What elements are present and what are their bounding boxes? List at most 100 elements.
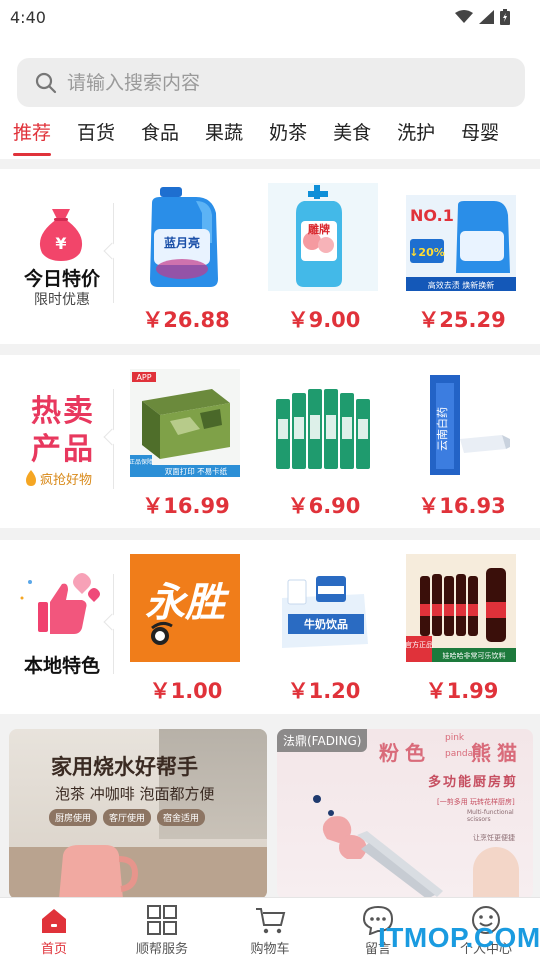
search-bar[interactable] <box>17 58 525 107</box>
signal-icon <box>479 10 494 24</box>
header: 推荐 百货 食品 果蔬 奶茶 美食 洗护 母婴 <box>0 34 540 159</box>
tab-general-goods[interactable]: 百货 <box>77 120 115 156</box>
search-input[interactable] <box>67 71 467 94</box>
status-time: 4:40 <box>10 7 46 27</box>
hot-products-title: 热卖产品 <box>31 394 95 467</box>
section-hot-products: 热卖产品 疯抢好物 APP 正品保障 双面打印 不易卡纸 云南白药 ￥16.99… <box>0 355 540 528</box>
product-card[interactable]: 牛奶饮品 <box>268 554 380 666</box>
scissors-title-a: 粉色 <box>379 741 431 765</box>
tab-mother-baby[interactable]: 母婴 <box>461 120 499 156</box>
product-card[interactable] <box>268 369 380 481</box>
cart-icon <box>256 908 286 934</box>
copy-paper-footer-text: 双面打印 不易卡纸 <box>165 466 228 476</box>
tab-milk-tea[interactable]: 奶茶 <box>269 120 307 156</box>
product-image-cola-bottles: 官方正品 娃哈哈非常可乐饮料 <box>405 554 516 662</box>
feature-notch <box>103 242 121 260</box>
battery-icon <box>500 9 510 25</box>
cola-badge-text: 官方正品 <box>406 640 433 649</box>
feature-notch <box>103 613 121 631</box>
nav-services[interactable]: 顺帮服务 <box>108 898 216 960</box>
nav-label: 顺帮服务 <box>135 942 188 957</box>
copy-paper-badge-text: 正品保障 <box>130 458 153 466</box>
section-daily-deals: ¥ 今日特价 限时优惠 蓝月亮 雕牌 NO.1 ↓20% 高效去渍 焕新换新 ￥… <box>0 169 540 344</box>
scissors-small-bottom: panda <box>445 749 474 759</box>
kettle-chip: 客厅使用 <box>103 809 152 826</box>
kettle-banner-subtitle: 泡茶 冲咖啡 泡面都方便 <box>55 785 215 803</box>
product-card[interactable]: 云南白药 <box>406 369 518 481</box>
scissors-title-b: 熊猫 <box>471 741 523 765</box>
nav-label: 首页 <box>40 942 67 957</box>
scissors-small-top: pink <box>445 733 465 743</box>
wifi-icon <box>455 10 473 23</box>
detergent-rank-text: NO.1 <box>410 206 454 225</box>
product-image-toothpaste: 云南白药 <box>430 375 510 475</box>
product-card[interactable]: 雕牌 <box>268 183 380 295</box>
scissors-note3: 让烹饪更便捷 <box>473 834 515 842</box>
banner-kettle[interactable]: 家用烧水好帮手 泡茶 冲咖啡 泡面都方便 厨房使用 客厅使用 宿舍适用 <box>9 729 267 899</box>
kettle-chip: 厨房使用 <box>49 809 98 826</box>
product-image-toothpaste-pack <box>276 389 370 469</box>
product-image-copy-paper: APP 正品保障 双面打印 不易卡纸 <box>129 369 240 477</box>
cola-footer-text: 娃哈哈非常可乐饮料 <box>443 651 506 660</box>
tab-fruits-vegetables[interactable]: 果蔬 <box>205 120 243 156</box>
search-icon <box>35 72 57 93</box>
category-tabs: 推荐 百货 食品 果蔬 奶茶 美食 洗护 母婴 <box>0 120 540 156</box>
grid-icon <box>147 905 177 935</box>
flame-icon <box>26 470 36 486</box>
status-icons <box>455 9 510 25</box>
nav-label: 购物车 <box>250 942 290 957</box>
scissors-brand: 法鼎(FADING) <box>277 729 368 752</box>
hot-products-subtitle: 疯抢好物 <box>40 473 93 488</box>
product-image-laundry-detergent: 蓝月亮 <box>150 187 218 287</box>
product-card[interactable]: 蓝月亮 <box>130 183 242 295</box>
section-title: 本地特色 <box>23 655 100 677</box>
scissors-note2: Multi-functional scissors <box>467 809 514 823</box>
product-price: ￥16.93 <box>418 494 506 518</box>
section-local-specialties: 本地特色 永胜 牛奶饮品 官方正品 娃哈哈非常可乐饮料 ￥1.00 ￥1.20 … <box>0 540 540 714</box>
kettle-banner-title: 家用烧水好帮手 <box>51 755 198 779</box>
home-icon <box>42 909 66 933</box>
product-price: ￥1.99 <box>425 679 499 703</box>
tab-cuisine[interactable]: 美食 <box>333 120 371 156</box>
svg-text:雕牌: 雕牌 <box>308 222 330 236</box>
scissors-image <box>313 795 443 899</box>
feature-notch <box>103 428 121 446</box>
daily-deals-feature[interactable]: ¥ 今日特价 限时优惠 <box>0 169 121 344</box>
nav-cart[interactable]: 购物车 <box>216 898 324 960</box>
product-card[interactable]: APP 正品保障 双面打印 不易卡纸 <box>129 369 242 481</box>
copy-paper-tag-text: APP <box>136 373 151 382</box>
svg-text:¥: ¥ <box>55 234 66 253</box>
product-price: ￥16.99 <box>142 494 230 518</box>
thumbs-up-icon <box>20 573 100 634</box>
section-subtitle: 限时优惠 <box>34 292 90 308</box>
product-image-milk-drink: 牛奶饮品 <box>268 554 378 662</box>
tab-food[interactable]: 食品 <box>141 120 179 156</box>
scissors-note: [一剪多用 玩转花样厨房] <box>437 798 515 806</box>
watermark: ITMOP.COM <box>378 922 540 953</box>
product-price: ￥6.90 <box>287 494 361 518</box>
local-specialties-feature[interactable]: 本地特色 <box>0 540 121 714</box>
tab-recommend[interactable]: 推荐 <box>13 120 52 156</box>
yongsheng-logo-text: 永胜 <box>145 579 230 626</box>
detergent-discount-text: ↓20% <box>409 246 445 259</box>
product-image-detergent-ad: NO.1 ↓20% 高效去渍 焕新换新 <box>406 183 516 291</box>
product-price: ￥25.29 <box>418 308 506 332</box>
milk-drink-label-text: 牛奶饮品 <box>304 617 348 631</box>
section-title: 今日特价 <box>23 268 100 290</box>
banner-scissors[interactable]: 法鼎(FADING) 粉色 pink panda 熊猫 多功能厨房剪 [一剪多用… <box>277 729 533 899</box>
product-image-dish-soap: 雕牌 <box>268 183 378 291</box>
product-card[interactable]: 官方正品 娃哈哈非常可乐饮料 <box>405 554 518 666</box>
svg-text:蓝月亮: 蓝月亮 <box>164 235 200 250</box>
kettle-image <box>59 845 139 899</box>
product-price: ￥26.88 <box>142 308 230 332</box>
product-card[interactable]: NO.1 ↓20% 高效去渍 焕新换新 <box>406 183 518 295</box>
product-image-yongsheng-logo: 永胜 <box>130 554 240 662</box>
product-price: ￥1.20 <box>287 679 361 703</box>
app-screen: 4:40 推荐 百货 食品 果蔬 奶茶 美食 洗护 母婴 <box>0 0 540 960</box>
nav-home[interactable]: 首页 <box>0 898 108 960</box>
hot-products-feature[interactable]: 热卖产品 疯抢好物 <box>0 355 121 528</box>
product-price: ￥1.00 <box>149 679 223 703</box>
product-price: ￥9.00 <box>287 308 361 332</box>
product-card[interactable]: 永胜 <box>130 554 242 666</box>
tab-personal-care[interactable]: 洗护 <box>397 120 435 156</box>
